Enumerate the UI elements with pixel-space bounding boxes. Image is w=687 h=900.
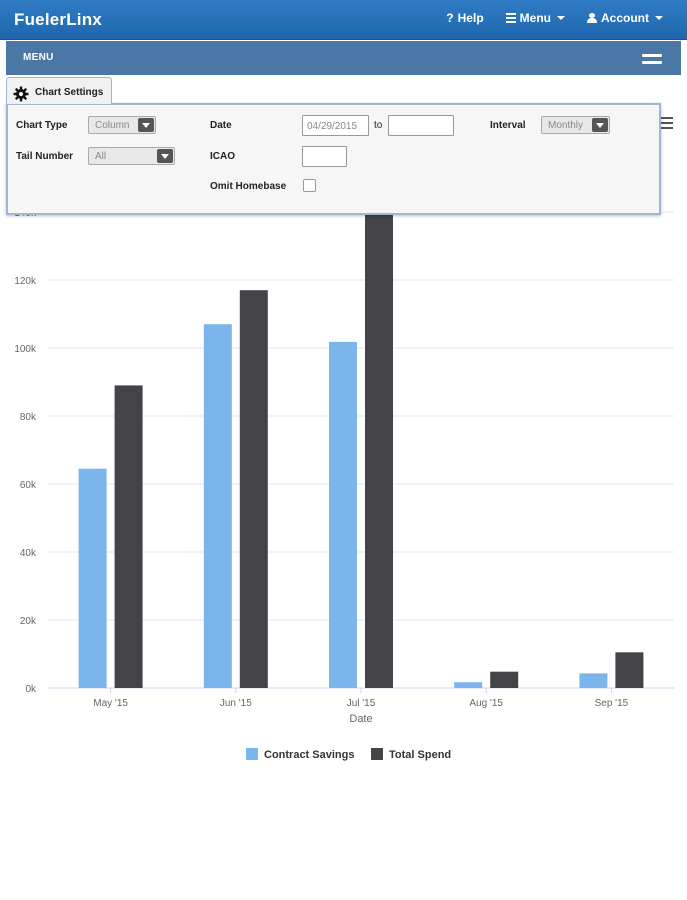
y-tick-label: 80k bbox=[20, 412, 37, 423]
help-label: Help bbox=[457, 11, 484, 25]
y-tick-label: 20k bbox=[20, 616, 37, 627]
hamburger-icon bbox=[642, 54, 662, 57]
menu-bar-label: MENU bbox=[23, 52, 54, 63]
dropdown-arrow-icon bbox=[157, 149, 173, 163]
legend-label[interactable]: Total Spend bbox=[389, 749, 451, 761]
help-icon: ? bbox=[446, 11, 454, 25]
bar-contract-savings[interactable] bbox=[329, 341, 357, 688]
top-navbar: FuelerLinx ? Help Menu Account bbox=[0, 0, 687, 40]
interval-label: Interval bbox=[490, 120, 526, 131]
icao-input[interactable] bbox=[302, 146, 347, 167]
chart-context-menu-button[interactable] bbox=[661, 117, 673, 129]
interval-select[interactable]: Monthly bbox=[541, 116, 610, 134]
bar-contract-savings[interactable] bbox=[454, 682, 483, 688]
bar-contract-savings[interactable] bbox=[78, 468, 107, 688]
caret-down-icon bbox=[655, 16, 663, 20]
y-tick-label: 0k bbox=[25, 684, 37, 695]
x-tick-label: Sep '15 bbox=[595, 698, 629, 709]
bar-total-spend[interactable] bbox=[365, 172, 393, 688]
bar-contract-savings[interactable] bbox=[579, 673, 608, 688]
chart-settings-tab-label: Chart Settings bbox=[35, 87, 104, 98]
date-to-label: to bbox=[374, 120, 383, 131]
menu-dropdown-label: Menu bbox=[519, 11, 551, 25]
interval-value: Monthly bbox=[548, 120, 584, 131]
account-dropdown[interactable]: Account bbox=[587, 11, 663, 25]
y-tick-label: 40k bbox=[20, 548, 37, 559]
chart-settings-tab[interactable]: Chart Settings bbox=[6, 77, 112, 104]
x-tick-label: Aug '15 bbox=[469, 698, 503, 709]
date-to-input[interactable] bbox=[388, 115, 454, 136]
brand-logo[interactable]: FuelerLinx bbox=[14, 10, 102, 30]
x-tick-label: Jun '15 bbox=[220, 698, 252, 709]
account-dropdown-label: Account bbox=[601, 11, 649, 25]
chart-type-label: Chart Type bbox=[16, 120, 68, 131]
user-icon bbox=[587, 13, 597, 23]
hamburger-menu-button[interactable] bbox=[642, 54, 662, 64]
chart-type-select[interactable]: Column bbox=[88, 116, 156, 134]
legend-label[interactable]: Contract Savings bbox=[264, 749, 354, 761]
date-label: Date bbox=[210, 120, 232, 131]
icao-label: ICAO bbox=[210, 151, 235, 162]
dropdown-arrow-icon bbox=[592, 118, 608, 132]
legend-swatch[interactable] bbox=[371, 748, 383, 760]
bar-total-spend[interactable] bbox=[490, 671, 519, 688]
x-tick-label: May '15 bbox=[93, 698, 128, 709]
tail-number-select[interactable]: All bbox=[88, 147, 175, 165]
omit-homebase-label: Omit Homebase bbox=[210, 181, 287, 192]
y-tick-label: 100k bbox=[14, 344, 37, 355]
legend-swatch[interactable] bbox=[246, 748, 258, 760]
gear-icon bbox=[13, 86, 29, 102]
bar-contract-savings[interactable] bbox=[203, 324, 232, 688]
x-axis-title: Date bbox=[349, 713, 372, 725]
menu-bar: MENU bbox=[6, 41, 681, 75]
x-tick-label: Jul '15 bbox=[347, 698, 376, 709]
list-icon bbox=[505, 13, 516, 23]
top-nav-links: ? Help Menu Account bbox=[446, 11, 663, 25]
tail-number-label: Tail Number bbox=[16, 151, 74, 162]
caret-down-icon bbox=[557, 16, 565, 20]
dropdown-arrow-icon bbox=[138, 118, 154, 132]
y-tick-label: 120k bbox=[14, 276, 37, 287]
omit-homebase-checkbox[interactable] bbox=[303, 179, 316, 192]
bar-total-spend[interactable] bbox=[615, 652, 644, 688]
bar-total-spend[interactable] bbox=[239, 290, 268, 688]
y-tick-label: 60k bbox=[20, 480, 37, 491]
date-from-value: 04/29/2015 bbox=[307, 121, 358, 132]
date-from-input[interactable]: 04/29/2015 bbox=[302, 115, 369, 136]
menu-dropdown[interactable]: Menu bbox=[505, 11, 565, 25]
bar-total-spend[interactable] bbox=[114, 385, 143, 688]
chart-type-value: Column bbox=[95, 120, 130, 131]
tail-number-value: All bbox=[95, 151, 107, 162]
help-link[interactable]: ? Help bbox=[446, 11, 483, 25]
chart-settings-panel: Chart Type Column Tail Number All Date 0… bbox=[6, 103, 661, 215]
